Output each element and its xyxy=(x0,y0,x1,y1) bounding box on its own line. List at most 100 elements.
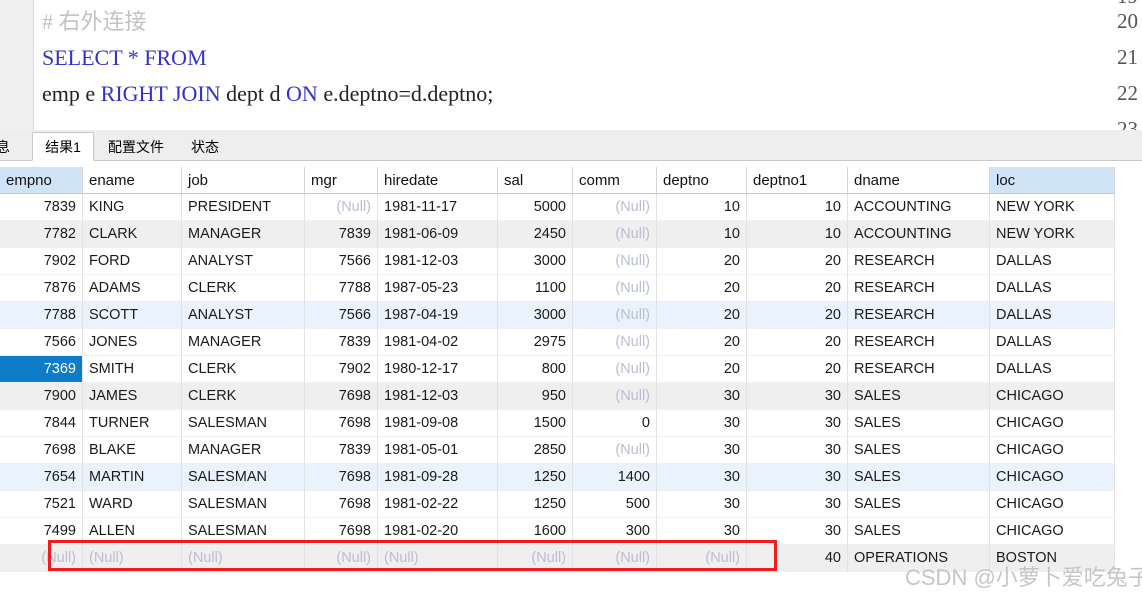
cell-mgr[interactable]: 7839 xyxy=(305,437,378,464)
cell-dname[interactable]: SALES xyxy=(848,464,990,491)
cell-loc[interactable]: DALLAS xyxy=(990,356,1115,383)
cell-mgr[interactable]: 7698 xyxy=(305,410,378,437)
cell-deptno[interactable]: 20 xyxy=(657,275,747,302)
cell-comm[interactable]: (Null) xyxy=(573,275,657,302)
cell-deptno[interactable]: 20 xyxy=(657,329,747,356)
cell-job[interactable]: SALESMAN xyxy=(182,518,305,545)
cell-ename[interactable]: WARD xyxy=(83,491,182,518)
cell-loc[interactable]: CHICAGO xyxy=(990,410,1115,437)
cell-hiredate[interactable]: 1981-12-03 xyxy=(378,248,498,275)
cell-sal[interactable]: 1600 xyxy=(498,518,573,545)
cell-loc[interactable]: CHICAGO xyxy=(990,464,1115,491)
cell-sal[interactable]: 2975 xyxy=(498,329,573,356)
cell-hiredate[interactable]: 1980-12-17 xyxy=(378,356,498,383)
cell-hiredate[interactable]: 1981-06-09 xyxy=(378,221,498,248)
table-row[interactable]: 7566 JONES MANAGER 7839 1981-04-02 2975 (Null)… xyxy=(0,329,1142,356)
cell-loc[interactable]: NEW YORK xyxy=(990,194,1115,221)
cell-deptno[interactable]: 20 xyxy=(657,248,747,275)
cell-deptno[interactable]: 20 xyxy=(657,302,747,329)
cell-ename[interactable]: TURNER xyxy=(83,410,182,437)
cell-empno[interactable]: 7844 xyxy=(0,410,83,437)
cell-job[interactable]: MANAGER xyxy=(182,437,305,464)
cell-deptno1[interactable]: 30 xyxy=(747,410,848,437)
cell-loc[interactable]: CHICAGO xyxy=(990,437,1115,464)
cell-hiredate[interactable]: 1987-05-23 xyxy=(378,275,498,302)
cell-comm[interactable]: (Null) xyxy=(573,545,657,572)
cell-mgr[interactable]: 7698 xyxy=(305,464,378,491)
cell-sal[interactable]: 2850 xyxy=(498,437,573,464)
cell-empno[interactable]: 7839 xyxy=(0,194,83,221)
cell-mgr[interactable]: (Null) xyxy=(305,194,378,221)
cell-mgr[interactable]: 7839 xyxy=(305,221,378,248)
cell-comm[interactable]: 1400 xyxy=(573,464,657,491)
cell-deptno1[interactable]: 30 xyxy=(747,383,848,410)
cell-sal[interactable]: (Null) xyxy=(498,545,573,572)
table-row[interactable]: 7654 MARTIN SALESMAN 7698 1981-09-28 1250 1400… xyxy=(0,464,1142,491)
sql-editor[interactable]: 19 20 21 22 23 # 右外连接 SELECT * FROM emp e RIGH… xyxy=(0,0,1142,130)
cell-empno[interactable]: 7654 xyxy=(0,464,83,491)
cell-deptno[interactable]: 10 xyxy=(657,194,747,221)
cell-deptno[interactable]: 30 xyxy=(657,410,747,437)
cell-comm[interactable]: (Null) xyxy=(573,437,657,464)
column-header-dname[interactable]: dname xyxy=(848,167,990,194)
cell-hiredate[interactable]: 1981-02-20 xyxy=(378,518,498,545)
cell-loc[interactable]: CHICAGO xyxy=(990,491,1115,518)
cell-deptno1[interactable]: 20 xyxy=(747,248,848,275)
cell-comm[interactable]: (Null) xyxy=(573,329,657,356)
cell-dname[interactable]: ACCOUNTING xyxy=(848,221,990,248)
cell-sal[interactable]: 1100 xyxy=(498,275,573,302)
cell-comm[interactable]: (Null) xyxy=(573,221,657,248)
cell-hiredate[interactable]: 1981-02-22 xyxy=(378,491,498,518)
cell-ename[interactable]: KING xyxy=(83,194,182,221)
cell-deptno1[interactable]: 30 xyxy=(747,491,848,518)
cell-loc[interactable]: CHICAGO xyxy=(990,518,1115,545)
cell-ename[interactable]: MARTIN xyxy=(83,464,182,491)
cell-job[interactable]: CLERK xyxy=(182,383,305,410)
cell-deptno1[interactable]: 20 xyxy=(747,329,848,356)
sql-line[interactable]: # 右外连接 xyxy=(42,11,147,33)
cell-deptno1[interactable]: 20 xyxy=(747,275,848,302)
cell-sal[interactable]: 3000 xyxy=(498,248,573,275)
cell-deptno[interactable]: 30 xyxy=(657,491,747,518)
cell-empno[interactable]: 7521 xyxy=(0,491,83,518)
cell-sal[interactable]: 5000 xyxy=(498,194,573,221)
table-row[interactable]: 7369 SMITH CLERK 7902 1980-12-17 800 (Null) 20 2… xyxy=(0,356,1142,383)
cell-dname[interactable]: RESEARCH xyxy=(848,356,990,383)
cell-dname[interactable]: RESEARCH xyxy=(848,302,990,329)
cell-mgr[interactable]: 7566 xyxy=(305,248,378,275)
cell-empno[interactable]: 7876 xyxy=(0,275,83,302)
cell-empno[interactable]: 7782 xyxy=(0,221,83,248)
cell-dname[interactable]: SALES xyxy=(848,491,990,518)
cell-hiredate[interactable]: 1987-04-19 xyxy=(378,302,498,329)
cell-sal[interactable]: 1250 xyxy=(498,491,573,518)
cell-deptno[interactable]: 30 xyxy=(657,464,747,491)
cell-sal[interactable]: 3000 xyxy=(498,302,573,329)
cell-comm[interactable]: (Null) xyxy=(573,194,657,221)
cell-loc[interactable]: BOSTON xyxy=(990,545,1115,572)
cell-deptno1[interactable]: 30 xyxy=(747,437,848,464)
cell-job[interactable]: PRESIDENT xyxy=(182,194,305,221)
cell-loc[interactable]: DALLAS xyxy=(990,302,1115,329)
cell-job[interactable]: MANAGER xyxy=(182,221,305,248)
cell-deptno1[interactable]: 10 xyxy=(747,221,848,248)
cell-job[interactable]: CLERK xyxy=(182,356,305,383)
cell-empno[interactable]: 7902 xyxy=(0,248,83,275)
cell-job[interactable]: (Null) xyxy=(182,545,305,572)
cell-loc[interactable]: NEW YORK xyxy=(990,221,1115,248)
cell-sal[interactable]: 800 xyxy=(498,356,573,383)
cell-deptno[interactable]: 30 xyxy=(657,383,747,410)
result-tab-bar[interactable]: 息 结果1 配置文件 状态 xyxy=(0,130,1142,161)
cell-hiredate[interactable]: 1981-09-08 xyxy=(378,410,498,437)
cell-dname[interactable]: SALES xyxy=(848,437,990,464)
cell-deptno[interactable]: 10 xyxy=(657,221,747,248)
tab-item-2[interactable]: 配置文件 xyxy=(96,133,176,160)
tab-item-3[interactable]: 状态 xyxy=(176,133,234,160)
cell-sal[interactable]: 2450 xyxy=(498,221,573,248)
table-row[interactable]: 7902 FORD ANALYST 7566 1981-12-03 3000 (Null) 2… xyxy=(0,248,1142,275)
cell-dname[interactable]: ACCOUNTING xyxy=(848,194,990,221)
cell-hiredate[interactable]: (Null) xyxy=(378,545,498,572)
cell-deptno1[interactable]: 20 xyxy=(747,302,848,329)
table-row[interactable]: 7844 TURNER SALESMAN 7698 1981-09-08 1500 0 30 3… xyxy=(0,410,1142,437)
cell-ename[interactable]: SCOTT xyxy=(83,302,182,329)
cell-dname[interactable]: SALES xyxy=(848,383,990,410)
